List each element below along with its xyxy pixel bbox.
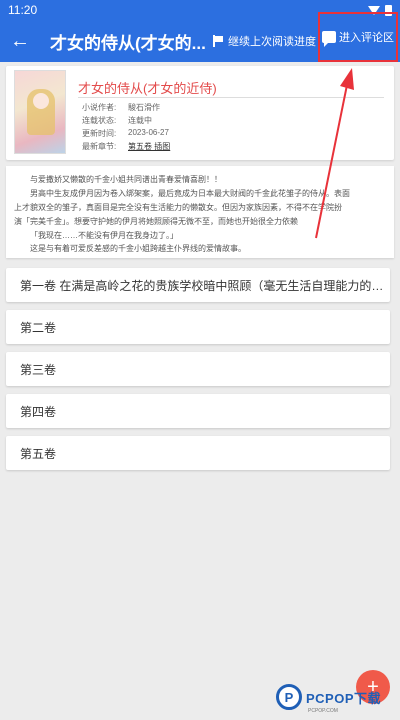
- description-line: 上才貌双全的雏子，真面目是完全没有生活能力的懒散女。但因为家族因素，不得不在学院…: [14, 203, 342, 212]
- back-arrow-icon: ←: [10, 29, 30, 52]
- book-cover[interactable]: [14, 70, 66, 154]
- status-row: 连载状态: 连载中: [82, 115, 152, 126]
- page-title: 才女的侍从(才女的...: [50, 33, 206, 53]
- volume-item[interactable]: 第五卷: [6, 436, 390, 470]
- resume-reading-label: 继续上次阅读进度: [228, 36, 316, 48]
- author-label: 小说作者:: [82, 103, 117, 112]
- back-button[interactable]: ←: [0, 20, 40, 62]
- latest-chapter-link[interactable]: 第五卷 插图: [128, 141, 170, 152]
- status-value: 连载中: [128, 116, 152, 125]
- description-card: 与爱撒娇又懒散的千金小姐共同谱出青春爱情喜剧！！ 男高中生友成伊月因为卷入绑架案…: [6, 166, 394, 258]
- updated-label: 更新时间:: [82, 129, 117, 138]
- status-label: 连载状态:: [82, 116, 117, 125]
- description-line: 「我现在……不能没有伊月在我身边了。」: [30, 231, 178, 240]
- latest-row: 最新章节: 第五卷 插图: [82, 141, 170, 152]
- resume-reading-button[interactable]: 继续上次阅读进度: [212, 20, 316, 62]
- app-bar: ← 才女的侍从(才女的... 继续上次阅读进度 进入评论区: [0, 12, 400, 62]
- status-time: 11:20: [8, 3, 38, 17]
- author-row: 小说作者: 駿石滑作: [82, 102, 160, 113]
- watermark-subtext: PCPOP.COM: [308, 708, 338, 714]
- book-info-card: 才女的侍从(才女的近侍) 小说作者: 駿石滑作 连载状态: 连载中 更新时间: …: [6, 66, 394, 160]
- description-line: 演「完美千金」。想要守护她的伊月将她照顾得无微不至，而她也开始很全力依赖: [14, 217, 298, 226]
- updated-row: 更新时间: 2023-06-27: [82, 128, 169, 139]
- latest-label: 最新章节:: [82, 142, 117, 151]
- volume-item[interactable]: 第四卷: [6, 394, 390, 428]
- book-title: 才女的侍从(才女的近侍): [78, 81, 217, 96]
- watermark-logo: P: [276, 684, 302, 710]
- description-line: 这是与有着可爱反差感的千金小姐跨越主仆界线的爱情故事。: [30, 244, 246, 253]
- comment-section-button[interactable]: 进入评论区: [318, 12, 398, 62]
- description-line: 男高中生友成伊月因为卷入绑架案，最后竟成为日本最大财阀的千金此花雏子的侍从。表面: [30, 189, 350, 198]
- title-divider: [78, 97, 384, 98]
- comment-section-label: 进入评论区: [339, 32, 394, 44]
- volume-item[interactable]: 第二卷: [6, 310, 390, 344]
- volume-item[interactable]: 第一卷 在满是高岭之花的贵族学校暗中照顾（毫无生活自理能力的…: [6, 268, 390, 302]
- author-value: 駿石滑作: [128, 103, 160, 112]
- flag-icon: [212, 35, 224, 47]
- chat-icon: [322, 31, 336, 47]
- watermark-text: PCPOP下载: [306, 690, 382, 706]
- volume-item[interactable]: 第三卷: [6, 352, 390, 386]
- watermark: P PCPOP下载 PCPOP.COM: [276, 684, 382, 714]
- updated-value: 2023-06-27: [128, 128, 169, 137]
- description-line: 与爱撒娇又懒散的千金小姐共同谱出青春爱情喜剧！！: [30, 175, 222, 184]
